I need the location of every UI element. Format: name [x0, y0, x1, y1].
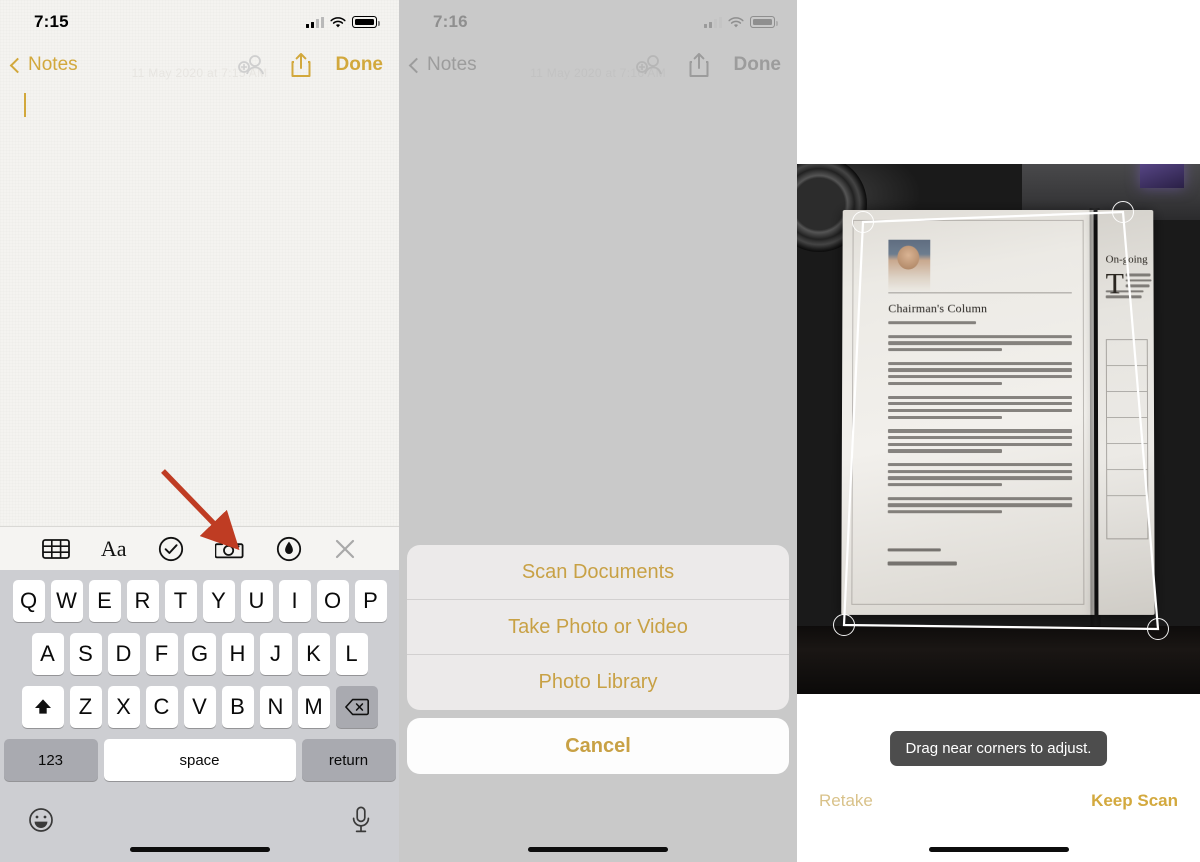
document-right-page: On-going T — [1097, 209, 1155, 615]
key-k[interactable]: K — [297, 633, 330, 675]
key-g[interactable]: G — [183, 633, 216, 675]
key-p[interactable]: P — [354, 580, 387, 622]
nav-actions: Done — [236, 51, 384, 79]
keyboard-row-2: ASDFGHJKL — [0, 633, 399, 675]
key-l[interactable]: L — [335, 633, 368, 675]
heading-rule — [888, 292, 1072, 294]
key-v[interactable]: V — [183, 686, 216, 728]
key-m[interactable]: M — [297, 686, 330, 728]
key-c[interactable]: C — [145, 686, 178, 728]
panel-attachment-action-sheet: 7:16 11 May 2020 at 7:16 AM Notes Done S… — [399, 0, 797, 862]
three-panel-screenshot: 7:15 11 May 2020 at 7:15 AM Notes Done A… — [0, 0, 1200, 862]
scanned-document: Chairman's Column On-going T — [841, 208, 1155, 630]
chairman-photo — [888, 239, 931, 292]
add-person-icon[interactable] — [236, 53, 266, 77]
key-n[interactable]: N — [259, 686, 292, 728]
right-page-heading: On-going — [1105, 253, 1148, 266]
take-photo-or-video-option[interactable]: Take Photo or Video — [407, 600, 789, 655]
retake-button[interactable]: Retake — [819, 791, 873, 811]
key-w[interactable]: W — [50, 580, 83, 622]
status-bar: 7:15 — [0, 0, 399, 44]
desk-edge — [797, 626, 1200, 694]
key-j[interactable]: J — [259, 633, 292, 675]
action-sheet-options: Scan Documents Take Photo or Video Photo… — [407, 545, 789, 710]
keyboard-row-3-letters: ZXCVBNM — [69, 686, 330, 728]
laptop-screen-glow — [1140, 164, 1184, 188]
keyboard-bottom-bar — [0, 800, 399, 862]
return-key[interactable]: return — [301, 739, 396, 781]
panel-notes-editor: 7:15 11 May 2020 at 7:15 AM Notes Done A… — [0, 0, 399, 862]
cellular-signal-icon — [306, 16, 324, 28]
home-indicator-2[interactable] — [528, 847, 668, 852]
panel-scan-crop-preview: Chairman's Column On-going T Drag near c… — [797, 0, 1200, 862]
close-x-icon[interactable] — [333, 537, 357, 561]
battery-icon — [352, 16, 380, 28]
crop-handle-bottom-right[interactable] — [1147, 618, 1169, 640]
key-x[interactable]: X — [107, 686, 140, 728]
key-a[interactable]: A — [31, 633, 64, 675]
key-z[interactable]: Z — [69, 686, 102, 728]
space-key[interactable]: space — [103, 739, 296, 781]
photo-library-option[interactable]: Photo Library — [407, 655, 789, 710]
key-i[interactable]: I — [278, 580, 311, 622]
markup-pen-icon[interactable] — [276, 536, 302, 562]
cancel-button[interactable]: Cancel — [407, 718, 789, 774]
key-q[interactable]: Q — [12, 580, 45, 622]
microphone-icon[interactable] — [351, 806, 371, 834]
wifi-icon — [330, 16, 346, 28]
chevron-left-icon — [9, 57, 26, 73]
document-left-page: Chairman's Column — [841, 209, 1095, 615]
keyboard-row-3: ZXCVBNM — [0, 686, 399, 728]
keyboard-row-4: 123 space return — [0, 739, 399, 781]
notes-keyboard-toolbar: Aa — [0, 526, 399, 570]
status-clock: 7:15 — [34, 12, 69, 31]
emoji-smiley-icon[interactable] — [28, 807, 54, 833]
shift-key[interactable] — [21, 686, 64, 728]
camera-icon[interactable] — [214, 537, 245, 561]
nav-bar: Notes Done — [0, 44, 399, 86]
format-aa-icon[interactable]: Aa — [101, 537, 127, 560]
key-b[interactable]: B — [221, 686, 254, 728]
crop-handle-top-left[interactable] — [852, 211, 874, 233]
status-indicators — [306, 16, 380, 28]
key-f[interactable]: F — [145, 633, 178, 675]
keep-scan-button[interactable]: Keep Scan — [1091, 791, 1178, 811]
key-t[interactable]: T — [164, 580, 197, 622]
home-indicator[interactable] — [129, 847, 270, 852]
back-to-notes-button[interactable]: Notes — [9, 54, 78, 76]
key-r[interactable]: R — [126, 580, 159, 622]
key-u[interactable]: U — [240, 580, 273, 622]
back-label: Notes — [28, 54, 78, 75]
key-h[interactable]: H — [221, 633, 254, 675]
backspace-key[interactable] — [335, 686, 378, 728]
scan-action-bar: Retake Keep Scan — [797, 791, 1200, 811]
key-e[interactable]: E — [88, 580, 121, 622]
table-icon[interactable] — [41, 537, 70, 561]
keyboard-row-1: QWERTYUIOP — [0, 580, 399, 622]
right-page-table — [1105, 339, 1149, 540]
adjust-corners-toast: Drag near corners to adjust. — [889, 731, 1108, 766]
document-heading: Chairman's Column — [888, 301, 988, 316]
scan-image-preview[interactable]: Chairman's Column On-going T — [797, 164, 1200, 694]
crop-handle-top-right[interactable] — [1112, 201, 1134, 223]
numbers-key[interactable]: 123 — [3, 739, 98, 781]
document-signature — [887, 548, 999, 569]
text-cursor — [24, 93, 26, 117]
key-s[interactable]: S — [69, 633, 102, 675]
share-icon[interactable] — [290, 51, 312, 79]
document-body-text — [887, 321, 1073, 517]
key-d[interactable]: D — [107, 633, 140, 675]
right-page-lines — [1105, 273, 1152, 301]
checklist-icon[interactable] — [158, 536, 184, 562]
key-o[interactable]: O — [316, 580, 349, 622]
attachment-action-sheet: Scan Documents Take Photo or Video Photo… — [407, 545, 789, 774]
scan-documents-option[interactable]: Scan Documents — [407, 545, 789, 600]
done-button[interactable]: Done — [336, 54, 384, 76]
software-keyboard: QWERTYUIOP ASDFGHJKL ZXCVBNM 123 space r… — [0, 570, 399, 862]
home-indicator-3[interactable] — [928, 847, 1069, 852]
crop-handle-bottom-left[interactable] — [833, 614, 855, 636]
key-y[interactable]: Y — [202, 580, 235, 622]
